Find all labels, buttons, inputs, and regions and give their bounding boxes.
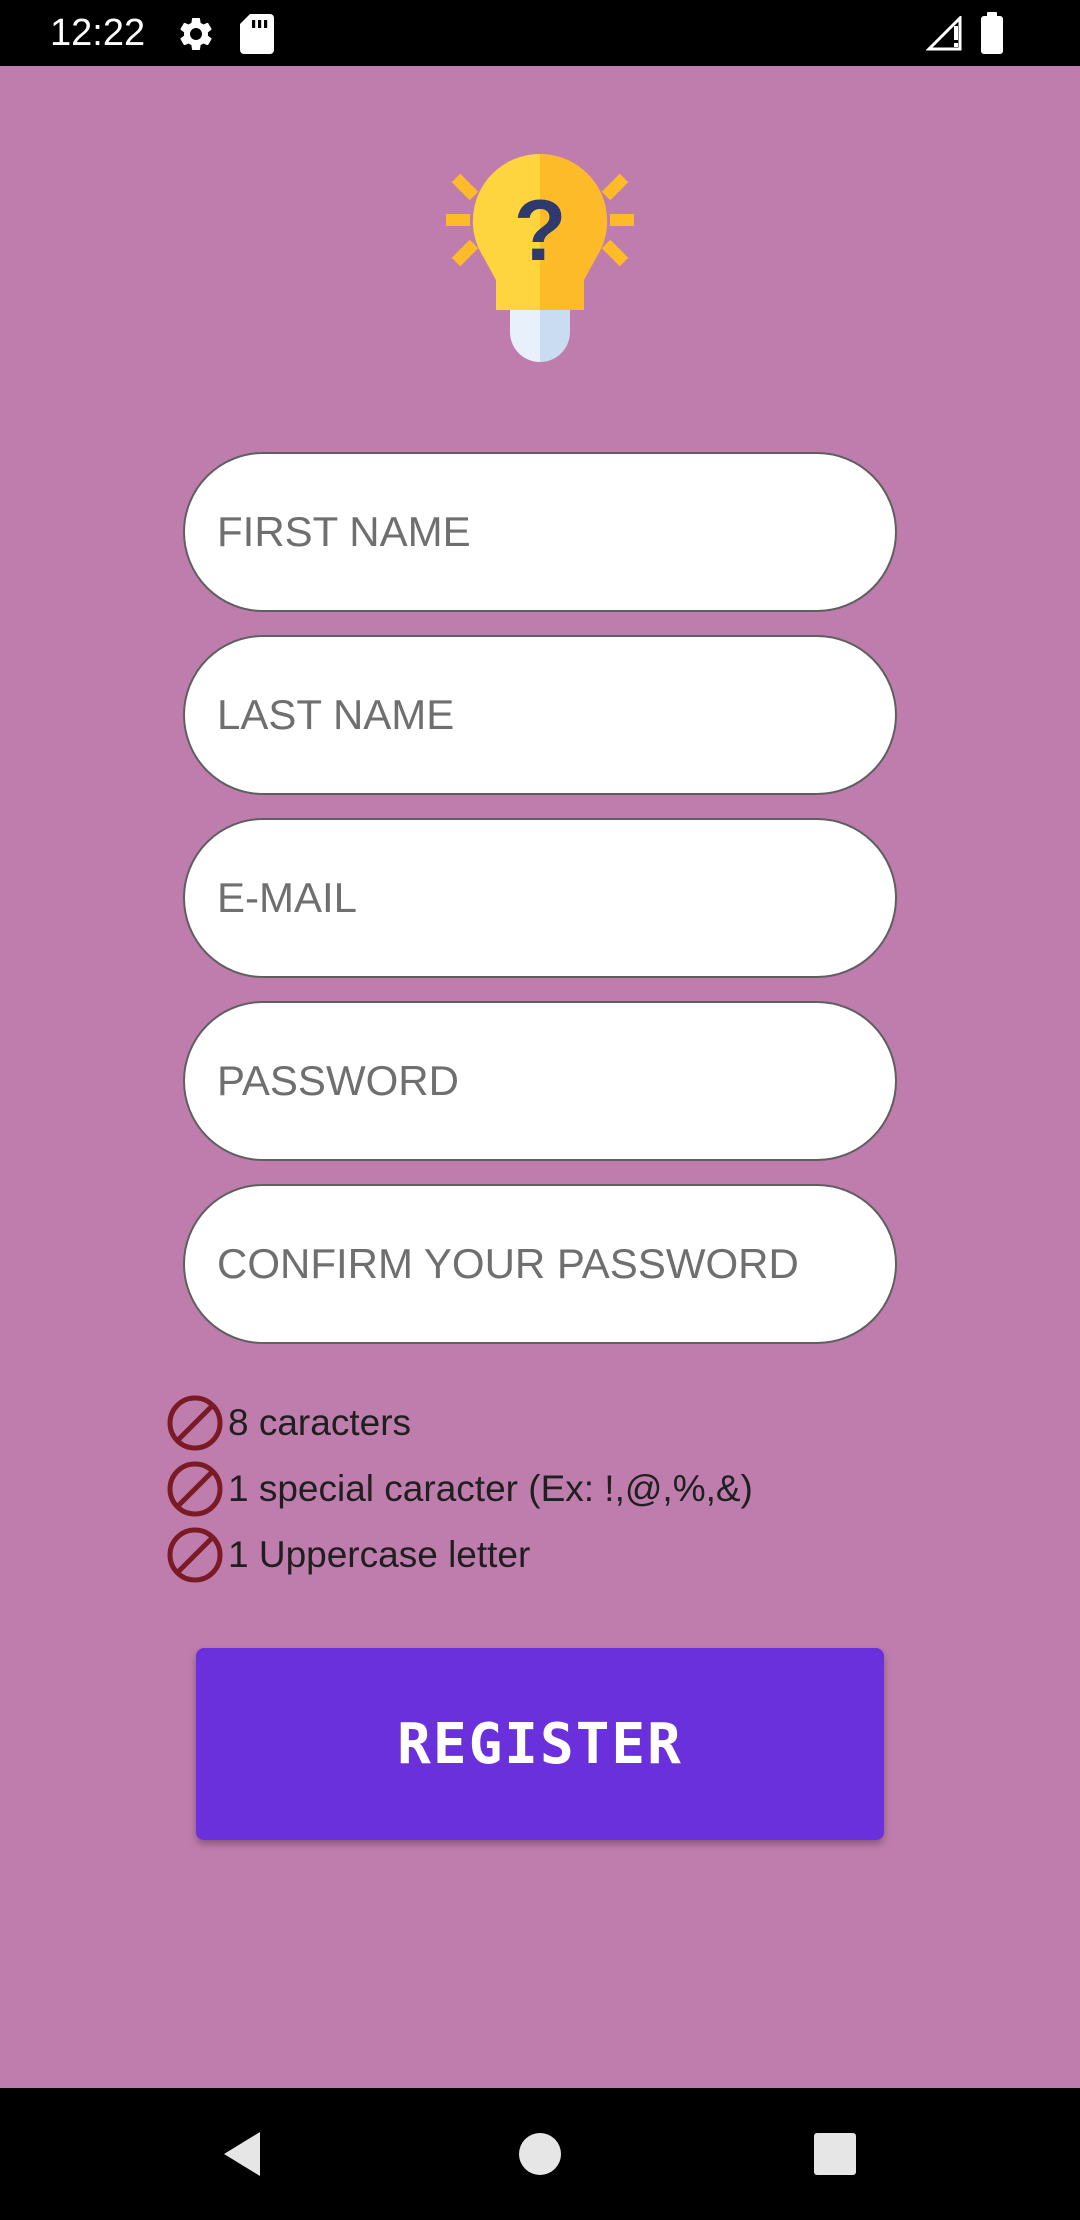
rule-text: 1 special caracter (Ex: !,@,%,&) <box>228 1468 753 1509</box>
first-name-field[interactable] <box>183 452 897 612</box>
status-bar: 12:22 <box>0 0 1080 66</box>
register-button[interactable]: REGISTER <box>196 1648 884 1840</box>
confirm-password-field[interactable] <box>183 1184 897 1344</box>
confirm-password-input[interactable] <box>185 1186 895 1342</box>
rule-text: 8 caracters <box>228 1402 412 1443</box>
first-name-input[interactable] <box>185 454 895 610</box>
navigation-bar <box>0 2088 1080 2220</box>
forbidden-icon <box>167 1461 223 1517</box>
back-icon[interactable] <box>208 2118 280 2190</box>
forbidden-icon <box>167 1527 223 1583</box>
svg-text:?: ? <box>514 183 567 279</box>
password-rules: 8 caracters 1 special caracter (Ex: !,@,… <box>166 1390 966 1588</box>
sd-card-icon <box>240 14 274 54</box>
email-field[interactable] <box>183 818 897 978</box>
status-time: 12:22 <box>50 12 146 54</box>
password-field[interactable] <box>183 1001 897 1161</box>
home-icon[interactable] <box>504 2118 576 2190</box>
lightbulb-question-icon: ? <box>446 153 634 362</box>
last-name-field[interactable] <box>183 635 897 795</box>
email-input[interactable] <box>185 820 895 976</box>
rule-text: 1 Uppercase letter <box>228 1534 531 1575</box>
settings-icon <box>180 17 212 50</box>
password-rule: 1 special caracter (Ex: !,@,%,&) <box>166 1456 966 1522</box>
battery-icon <box>981 12 1003 54</box>
last-name-input[interactable] <box>185 637 895 793</box>
password-input[interactable] <box>185 1003 895 1159</box>
password-rule: 1 Uppercase letter <box>166 1522 966 1588</box>
register-screen: 12:22 ? FIRST NAME LAST NAME E-MAIL 8 ca… <box>0 0 1080 2220</box>
password-rule: 8 caracters <box>166 1390 966 1456</box>
recents-icon[interactable] <box>799 2118 871 2190</box>
forbidden-icon <box>167 1395 223 1451</box>
signal-icon <box>926 16 962 51</box>
